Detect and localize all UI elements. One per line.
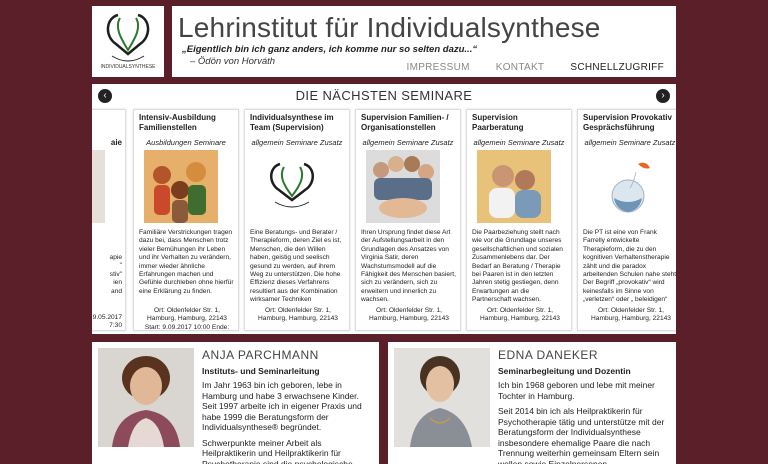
seminar-card-title[interactable]: Supervision Paarberatung	[472, 113, 568, 133]
seminar-cards: aie apie " stiv" ien and , 9.05.2017 7:3…	[92, 109, 676, 334]
seminar-card[interactable]: Supervision Paarberatung allgemein Semin…	[466, 109, 572, 331]
seminar-card-address: Ort: Oldenfelder Str. 1, Hamburg, Hambur…	[258, 307, 338, 323]
person-bio-paragraph: Im Jahr 1963 bin ich geboren, lebe in Ha…	[202, 380, 362, 432]
logo-text: INDIVIDUALSYNTHESE	[100, 64, 156, 70]
person-role: Seminarbegleitung und Dozentin	[498, 366, 631, 376]
site-logo[interactable]: INDIVIDUALSYNTHESE	[92, 6, 164, 77]
person-card-edna: EDNA DANEKER Seminarbegleitung und Dozen…	[388, 342, 676, 464]
carousel-next-button[interactable]: ›	[656, 89, 670, 103]
seminar-card-address: , 9.05.2017 7:30	[92, 314, 122, 330]
seminar-card-desc: Eine Beratungs- und Berater / Therapiefo…	[250, 229, 342, 304]
seminar-card-category: allgemein Seminare Zusatz	[473, 138, 565, 147]
seminar-card-address: Ort: Oldenfelder Str. 1, Hamburg, Hambur…	[591, 307, 671, 323]
person-photo	[394, 348, 490, 447]
seminar-card-category: Ausbildungen Seminare	[146, 138, 226, 147]
seminar-card[interactable]: Supervision Familien- / Organisationstel…	[355, 109, 461, 331]
person-name: EDNA DANEKER	[498, 348, 599, 362]
seminar-card-desc: Familiäre Verstrickungen tragen dazu bei…	[139, 229, 234, 295]
seminar-card-address: Ort: Oldenfelder Str. 1, Hamburg, Hambur…	[144, 307, 230, 331]
person-role: Instituts- und Seminarleitung	[202, 366, 320, 376]
seminar-card-category: allgemein Seminare Zusatz	[251, 138, 343, 147]
chevron-left-icon: ‹	[103, 90, 107, 101]
seminar-carousel: DIE NÄCHSTEN SEMINARE ‹ › aie apie " sti…	[92, 84, 676, 334]
seminar-card-title[interactable]: Supervision Familien- / Organisationstel…	[361, 113, 457, 133]
seminar-card-title[interactable]: Intensiv-Ausbildung Familienstellen	[139, 113, 235, 133]
seminar-card[interactable]: Intensiv-Ausbildung Familienstellen Ausb…	[133, 109, 239, 331]
seminars-heading: DIE NÄCHSTEN SEMINARE	[295, 88, 473, 103]
seminar-card-address: Ort: Oldenfelder Str. 1, Hamburg, Hambur…	[369, 307, 449, 323]
person-bio-paragraph: Ich bin 1968 geboren und lebe mit meiner…	[498, 380, 655, 401]
seminar-card-desc: Ihren Ursprung findet diese Art der Aufs…	[361, 229, 456, 304]
person-photo	[98, 348, 194, 447]
person-bio: Ich bin 1968 geboren und lebe mit meiner…	[498, 380, 670, 464]
quote-author: – Ödön von Horváth	[190, 56, 276, 67]
person-bio: Im Jahr 1963 bin ich geboren, lebe in Ha…	[202, 380, 373, 464]
seminar-image	[255, 150, 329, 223]
person-card-anja: ANJA PARCHMANN Instituts- und Seminarlei…	[92, 342, 379, 464]
seminar-card-title: aie	[110, 138, 122, 147]
seminar-image	[144, 150, 218, 223]
header-quote: „Eigentlich bin ich ganz anders, ich kom…	[182, 44, 478, 55]
seminar-card[interactable]: Individualsynthese im Team (Supervision)…	[244, 109, 350, 331]
seminar-card[interactable]: Supervision Provokativ Gesprächsführung …	[577, 109, 676, 331]
seminar-card-title[interactable]: Individualsynthese im Team (Supervision)	[250, 113, 346, 133]
seminar-card-category: allgemein Seminare Zusatz	[584, 138, 676, 147]
chevron-right-icon: ›	[661, 90, 665, 101]
seminar-image	[588, 150, 662, 223]
person-bio-paragraph: Schwerpunkte meiner Arbeit als Heilprakt…	[202, 437, 353, 464]
nav-kontakt[interactable]: KONTAKT	[496, 62, 545, 73]
seminar-image	[477, 150, 551, 223]
seminar-card-desc: Die PT ist eine von Frank Farrelly entwi…	[583, 229, 676, 304]
seminar-card-desc: Die Paarbeziehung stellt nach wie vor di…	[472, 229, 563, 304]
nav-schnellzugriff[interactable]: SCHNELLZUGRIFF	[570, 62, 664, 73]
seminar-card-title[interactable]: Supervision Provokativ Gesprächsführung	[583, 113, 676, 133]
seminar-card-category: allgemein Seminare Zusatz	[362, 138, 454, 147]
seminar-image	[92, 150, 105, 223]
site-title[interactable]: Lehrinstitut für Individualsynthese	[178, 12, 601, 44]
carousel-prev-button[interactable]: ‹	[98, 89, 112, 103]
seminar-card-address: Ort: Oldenfelder Str. 1, Hamburg, Hambur…	[480, 307, 560, 323]
person-name: ANJA PARCHMANN	[202, 348, 319, 362]
seminar-card[interactable]: aie apie " stiv" ien and , 9.05.2017 7:3…	[92, 109, 126, 331]
site-header: Lehrinstitut für Individualsynthese „Eig…	[172, 6, 676, 77]
main-nav: IMPRESSUM KONTAKT SCHNELLZUGRIFF	[406, 62, 664, 73]
nav-impressum[interactable]: IMPRESSUM	[406, 62, 469, 73]
logo-icon: INDIVIDUALSYNTHESE	[100, 13, 156, 70]
seminar-image	[366, 150, 440, 223]
person-bio-paragraph: Seit 2014 bin ich als Heilpraktikerin fü…	[498, 406, 665, 464]
seminar-card-desc: apie " stiv" ien and	[109, 254, 122, 295]
